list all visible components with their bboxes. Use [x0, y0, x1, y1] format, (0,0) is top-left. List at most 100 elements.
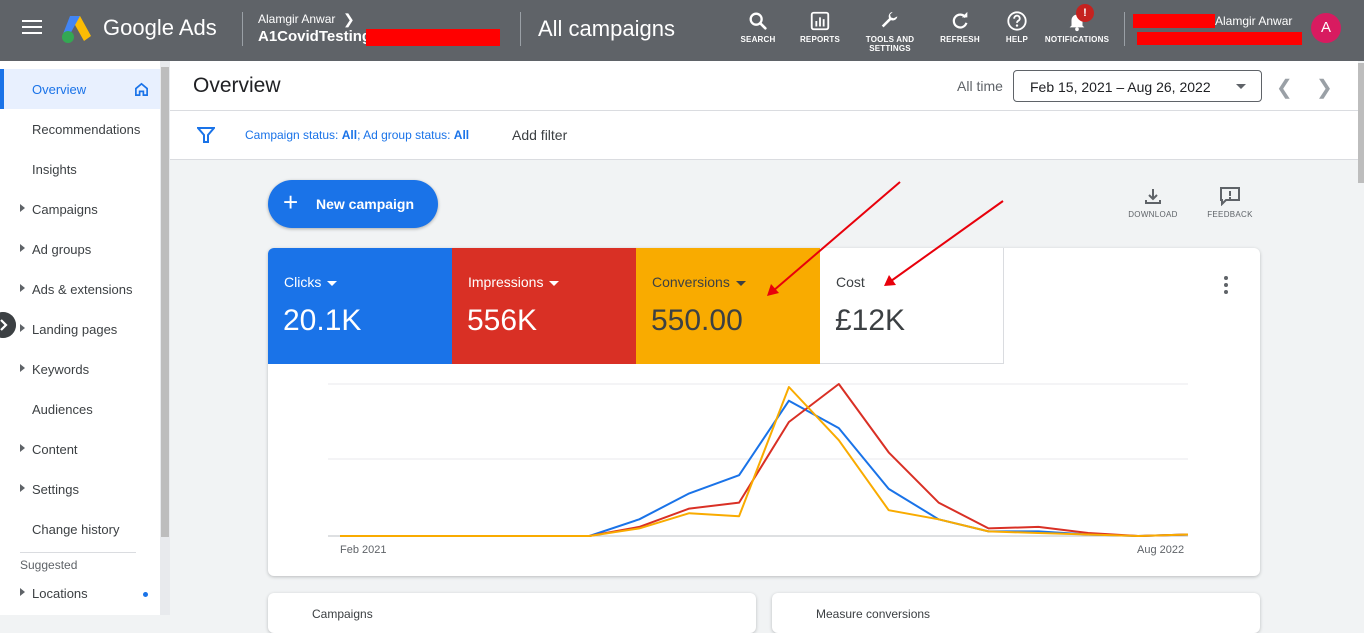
account-id[interactable]: A1CovidTesting — [258, 28, 371, 45]
expand-arrow-icon — [20, 284, 25, 292]
sidebar-item-overview[interactable]: Overview — [0, 69, 160, 109]
sidebar-item-label: Campaigns — [32, 202, 98, 217]
sidebar-item-label: Insights — [32, 162, 77, 177]
notifications-label: NOTIFICATIONS — [1044, 35, 1110, 44]
sidebar-item-recommendations[interactable]: Recommendations — [0, 109, 160, 149]
download-button[interactable]: DOWNLOAD — [1126, 186, 1180, 219]
divider — [242, 12, 243, 46]
series-line-clicks[interactable] — [340, 399, 1189, 537]
sidebar-item-ads-extensions[interactable]: Ads & extensions — [0, 269, 160, 309]
search-label: SEARCH — [740, 35, 776, 44]
refresh-button[interactable]: REFRESH — [938, 10, 982, 44]
expand-arrow-icon — [20, 204, 25, 212]
page-scrollbar[interactable] — [1358, 61, 1364, 615]
refresh-label: REFRESH — [940, 35, 980, 44]
metric-label-text: Clicks — [284, 274, 322, 290]
google-ads-logo[interactable] — [60, 14, 94, 44]
sidebar-scrollbar[interactable] — [160, 61, 170, 615]
campaign-status-value: All — [341, 128, 358, 142]
user-name[interactable]: Alamgir Anwar — [1215, 14, 1292, 28]
help-button[interactable]: HELP — [1000, 10, 1034, 44]
help-icon — [1007, 11, 1027, 31]
dropdown-arrow-icon — [1236, 84, 1246, 89]
tools-and-settings-button[interactable]: TOOLS AND SETTINGS — [862, 10, 918, 53]
dropdown-arrow-icon — [735, 280, 746, 286]
plus-icon: + — [283, 187, 299, 217]
account-name[interactable]: Alamgir Anwar — [258, 12, 335, 26]
metric-value: 556K — [467, 304, 538, 337]
expand-arrow-icon — [20, 324, 25, 332]
divider — [20, 552, 136, 553]
expand-arrow-icon — [20, 364, 25, 372]
metric-tile-impressions[interactable]: Impressions 556K — [452, 248, 636, 364]
metric-tile-cost[interactable]: Cost £12K — [820, 248, 1004, 364]
page-title: Overview — [193, 74, 281, 97]
reports-icon — [810, 11, 830, 31]
brand-name[interactable]: Google Ads — [103, 15, 217, 41]
reports-button[interactable]: REPORTS — [798, 10, 842, 44]
sidebar-item-label: Settings — [32, 482, 79, 497]
metric-tile-clicks[interactable]: Clicks 20.1K — [268, 248, 452, 364]
page-header: Overview All time Feb 15, 2021 – Aug 26,… — [170, 61, 1358, 111]
metric-label[interactable]: Impressions — [468, 274, 560, 290]
search-button[interactable]: SEARCH — [738, 10, 778, 44]
notifications-button[interactable]: ! NOTIFICATIONS — [1044, 4, 1110, 44]
sidebar-item-settings[interactable]: Settings — [0, 469, 160, 509]
previous-period-arrow-icon[interactable]: ❮ — [1276, 75, 1293, 100]
expand-arrow-icon — [20, 244, 25, 252]
scrollbar-thumb[interactable] — [1358, 63, 1364, 183]
metric-value: £12K — [835, 304, 906, 337]
performance-card: Clicks 20.1K Impressions 556K Conversion… — [268, 248, 1260, 576]
home-icon — [135, 82, 148, 96]
download-label: DOWNLOAD — [1128, 210, 1178, 219]
notification-badge: ! — [1076, 4, 1094, 22]
metric-label[interactable]: Clicks — [284, 274, 338, 290]
sidebar-item-label: Overview — [32, 82, 87, 97]
sidebar-item-audiences[interactable]: Audiences — [0, 389, 160, 429]
sidebar-item-keywords[interactable]: Keywords — [0, 349, 160, 389]
avatar[interactable]: A — [1311, 13, 1341, 43]
next-period-arrow-icon[interactable]: ❯ — [1316, 75, 1333, 100]
sidebar-item-label: Content — [32, 442, 78, 457]
metric-value: 550.00 — [651, 304, 743, 337]
metric-tile-conversions[interactable]: Conversions 550.00 — [636, 248, 820, 364]
expand-arrow-icon — [20, 444, 25, 452]
metric-label-text: Impressions — [468, 274, 544, 290]
expand-arrow-icon — [20, 588, 25, 596]
feedback-icon — [1220, 187, 1240, 206]
refresh-icon — [952, 11, 968, 29]
date-range-picker[interactable]: Feb 15, 2021 – Aug 26, 2022 — [1013, 70, 1262, 102]
metric-value: 20.1K — [283, 304, 362, 337]
suggested-heading: Suggested — [20, 558, 78, 572]
sidebar-item-campaigns[interactable]: Campaigns — [0, 189, 160, 229]
sidebar-item-content[interactable]: Content — [0, 429, 160, 469]
filter-icon[interactable] — [197, 127, 215, 143]
new-campaign-button[interactable]: + New campaign — [268, 180, 438, 228]
feedback-label: FEEDBACK — [1207, 210, 1253, 219]
card-title: Campaigns — [312, 607, 373, 621]
metric-label[interactable]: Cost — [836, 274, 865, 290]
sidebar-item-ad-groups[interactable]: Ad groups — [0, 229, 160, 269]
ad-group-status-value: All — [453, 128, 470, 142]
performance-line-chart — [328, 383, 1189, 537]
sidebar-item-insights[interactable]: Insights — [0, 149, 160, 189]
campaign-status-label: Campaign status: — [245, 128, 342, 142]
wrench-icon — [881, 11, 898, 28]
sidebar-item-locations[interactable]: Locations — [0, 573, 160, 613]
metric-label[interactable]: Conversions — [652, 274, 746, 290]
more-options-icon[interactable] — [1224, 276, 1228, 297]
menu-icon[interactable] — [22, 20, 42, 34]
add-filter-button[interactable]: Add filter — [512, 127, 567, 143]
sidebar-item-change-history[interactable]: Change history — [0, 509, 160, 549]
metric-label-text: Conversions — [652, 274, 730, 290]
divider — [520, 12, 521, 46]
view-title: All campaigns — [538, 16, 675, 41]
sidebar-nav: Overview Recommendations Insights Campai… — [0, 61, 160, 615]
feedback-button[interactable]: FEEDBACK — [1206, 186, 1254, 219]
series-line-impressions[interactable] — [340, 383, 1189, 537]
sidebar-item-landing-pages[interactable]: Landing pages — [0, 309, 160, 349]
chevron-right-icon[interactable]: ❯ — [343, 11, 355, 28]
active-filters[interactable]: Campaign status: All; Ad group status: A… — [245, 128, 469, 142]
help-label: HELP — [1005, 35, 1029, 44]
scrollbar-thumb[interactable] — [161, 67, 169, 537]
